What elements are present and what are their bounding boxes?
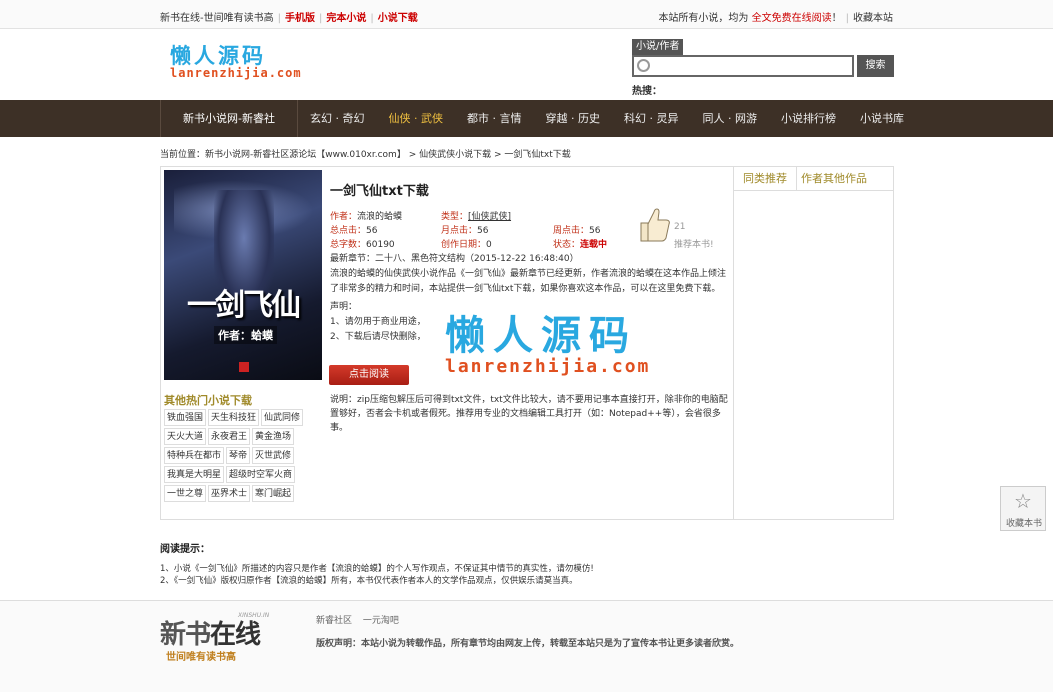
reading-tips: 1、小说《一剑飞仙》所描述的内容只是作者【流浪的蛤蟆】的个人写作观点，不保证其中… (160, 563, 594, 587)
main-nav: 新书小说网-新睿社 玄幻 · 奇幻 仙侠 · 武侠 都市 · 言情 穿越 · 历史 科幻… (0, 100, 1053, 137)
nav-item[interactable]: 都市 · 言情 (455, 100, 534, 137)
footer-logo-part2: 在线 (210, 620, 261, 650)
watermark-cn: 懒人源码 (445, 313, 637, 359)
cover-title: 一剑飞仙 (187, 288, 301, 323)
nav-item[interactable]: 同人 · 网游 (691, 100, 770, 137)
search-input[interactable] (632, 55, 854, 77)
nav-item[interactable]: 小说排行榜 (769, 100, 848, 137)
site-slogan: 新书在线-世间唯有读书高 (160, 13, 274, 24)
hot-novel-item[interactable]: 巫界术士 (208, 485, 251, 502)
hot-novels-title: 其他热门小说下载 (164, 394, 252, 407)
site-logo[interactable]: 懒人源码 lanrenzhijia.com (160, 38, 301, 88)
hot-novel-item[interactable]: 天生科技狂 (208, 409, 260, 426)
meta-total-click: 总点击：56 (330, 226, 378, 236)
watermark-en: lanrenzhijia.com (445, 356, 651, 377)
meta-month-click: 月点击：56 (441, 226, 489, 236)
meta-date: 创作日期：0 (441, 240, 492, 250)
hot-novel-item[interactable]: 黄金渔场 (252, 428, 295, 445)
hot-novel-item[interactable]: 琴帝 (226, 447, 251, 464)
favorite-site-link[interactable]: 收藏本站 (853, 13, 893, 24)
download-note: 说明：zip压缩包解压后可得到txt文件，txt文件比较大，请不要用记事本直接打… (330, 395, 728, 433)
search-type-tab[interactable]: 小说/作者 (632, 39, 684, 55)
nav-home[interactable]: 新书小说网-新睿社 (160, 100, 298, 137)
favorite-book-label: 收藏本书 (1005, 519, 1042, 529)
thumbs-up-icon[interactable] (635, 203, 671, 245)
tip-line-2: 2、《一剑飞仙》版权归原作者【流浪的蛤蟆】所有，本书仅代表作者本人的文学作品观点… (160, 576, 578, 586)
latest-chapter[interactable]: 最新章节：二十八、黑色符文结构（2015-12-22 16:48:40） (330, 251, 579, 264)
read-button[interactable]: 点击阅读 (329, 365, 409, 385)
book-cover[interactable]: 一剑飞仙 作者：蛤蟆 (164, 170, 322, 380)
logo-en: lanrenzhijia.com (170, 66, 302, 80)
hot-novel-item[interactable]: 灭世武修 (252, 447, 295, 464)
meta-week-click: 周点击：56 (553, 226, 601, 236)
nav-item[interactable]: 穿越 · 历史 (534, 100, 613, 137)
tip-line-1: 1、小说《一剑飞仙》所描述的内容只是作者【流浪的蛤蟆】的个人写作观点，不保证其中… (160, 564, 594, 574)
complete-novels-link[interactable]: 完本小说 (326, 13, 366, 24)
book-description: 流浪的蛤蟆的仙侠武侠小说作品《一剑飞仙》最新章节已经更新，作者流浪的蛤蟆在这本作… (330, 269, 727, 294)
type-link[interactable]: [仙侠武侠] (468, 212, 511, 222)
footer-logo-sub: 世间唯有读书高 (166, 652, 236, 663)
cover-author: 作者：蛤蟆 (214, 326, 277, 344)
nav-item[interactable]: 小说书库 (848, 100, 916, 137)
breadcrumb[interactable]: 当前位置：新书小说网-新睿社区源论坛【www.010xr.com】 > 仙侠武侠… (160, 147, 571, 160)
nav-item[interactable]: 科幻 · 灵异 (612, 100, 691, 137)
hot-novel-item[interactable]: 铁血强国 (164, 409, 207, 426)
novel-download-link[interactable]: 小说下载 (378, 13, 418, 24)
nav-items: 玄幻 · 奇幻 仙侠 · 武侠 都市 · 言情 穿越 · 历史 科幻 · 灵异 同人 · … (298, 100, 916, 137)
footer-logo[interactable]: XINSHU.IN 新书在线 世间唯有读书高 (160, 612, 280, 663)
hot-novel-item[interactable]: 一世之尊 (164, 485, 207, 502)
notice-prefix: 本站所有小说，均为 (658, 13, 749, 24)
top-notice: 本站所有小说，均为 全文免费在线阅读！ | 收藏本站 (658, 13, 893, 24)
hot-novel-item[interactable]: 超级时空军火商 (226, 466, 296, 483)
book-title: 一剑飞仙txt下载 (330, 184, 429, 199)
favorite-book-float[interactable]: ☆ 收藏本书 (1000, 486, 1046, 531)
hot-novel-item[interactable]: 永夜君王 (208, 428, 251, 445)
hot-novels-list: 铁血强国 天生科技狂 仙武同修天火大道 永夜君王 黄金渔场特种兵在都市 琴帝 灭世武修我真是… (164, 409, 304, 502)
hot-search-label: 热搜： (632, 86, 662, 97)
footer-link-1[interactable]: 新睿社区 (316, 616, 352, 626)
footer-links: 新睿社区 一元淘吧 (316, 613, 399, 626)
copyright: 版权声明：本站小说为转载作品，所有章节均由网友上传，转载至本站只是为了宣传本书让… (316, 639, 740, 649)
hot-novel-item[interactable]: 特种兵在都市 (164, 447, 225, 464)
recommend-count: 21 (674, 222, 686, 232)
tab-author-works[interactable]: 作者其他作品 (796, 167, 871, 191)
footer-logo-part1: 新书 (160, 620, 211, 650)
meta-author: 作者：流浪的蛤蟆 (330, 212, 403, 222)
hot-novel-item[interactable]: 我真是大明星 (164, 466, 225, 483)
meta-words: 总字数：60190 (330, 240, 395, 250)
meta-type: 类型：[仙侠武侠] (441, 212, 512, 222)
recommend-book-link[interactable]: 推荐本书! (674, 237, 714, 250)
search-button[interactable]: 搜索 (857, 55, 894, 77)
reading-tips-title: 阅读提示： (160, 544, 210, 555)
tab-similar[interactable]: 同类推荐 (734, 167, 796, 191)
top-links: 新书在线-世间唯有读书高 | 手机版 | 完本小说 | 小说下载 (160, 13, 418, 24)
notice-highlight: 全文免费在线阅读 (751, 13, 832, 24)
star-icon: ☆ (1014, 489, 1032, 513)
hot-novel-item[interactable]: 天火大道 (164, 428, 207, 445)
mobile-link[interactable]: 手机版 (285, 13, 315, 24)
hot-novel-item[interactable]: 仙武同修 (261, 409, 304, 426)
nav-item[interactable]: 仙侠 · 武侠 (377, 100, 456, 137)
nav-item[interactable]: 玄幻 · 奇幻 (298, 100, 377, 137)
top-bar: 新书在线-世间唯有读书高 | 手机版 | 完本小说 | 小说下载 本站所有小说，均为 全文免… (0, 0, 1053, 29)
footer-link-2[interactable]: 一元淘吧 (363, 616, 399, 626)
notice-suffix: ！ (831, 13, 842, 24)
search-icon (637, 59, 650, 72)
recommend-panel: 同类推荐 作者其他作品 (734, 166, 894, 520)
author-link[interactable]: 流浪的蛤蟆 (357, 212, 402, 222)
meta-status: 状态：连载中 (553, 240, 608, 250)
hot-novel-item[interactable]: 寒门崛起 (252, 485, 295, 502)
